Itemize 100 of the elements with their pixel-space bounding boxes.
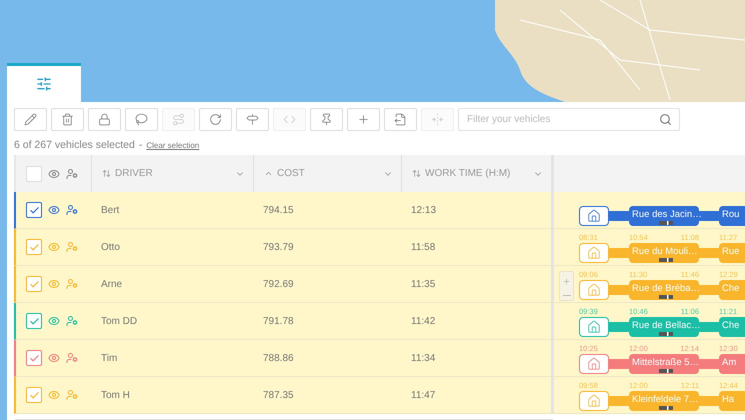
zoom-in-icon[interactable] (562, 276, 571, 286)
user-settings-icon[interactable] (66, 204, 78, 216)
stop-block[interactable]: Am (719, 354, 745, 374)
sort-icon (412, 169, 421, 178)
stop-block[interactable]: Rue (719, 243, 745, 263)
checkmark-icon (28, 390, 40, 400)
row-checkbox[interactable] (26, 202, 42, 218)
refresh-icon (209, 113, 222, 126)
depot-marker[interactable] (579, 391, 609, 411)
column-header[interactable]: WORK TIME (H:M) (425, 168, 510, 179)
lock-icon (98, 113, 111, 126)
cost-value: 788.86 (263, 352, 294, 364)
stop-block[interactable]: Ha (719, 391, 745, 411)
lasso-button[interactable] (125, 108, 158, 131)
collapse-icon (431, 113, 444, 126)
checkmark-icon (28, 352, 40, 364)
row-checkbox[interactable] (26, 276, 42, 292)
row-checkbox[interactable] (26, 387, 42, 403)
code-icon (283, 113, 296, 126)
driver-name: Tom H (101, 390, 130, 400)
sort-icon (102, 169, 111, 178)
route-connector (609, 285, 629, 295)
depot-marker[interactable] (579, 243, 609, 263)
progress-marker-icon (659, 332, 673, 336)
driver-name: Bert (101, 204, 120, 216)
lock-button[interactable] (88, 108, 121, 131)
filters-tab[interactable] (7, 63, 81, 102)
work-time-value: 11:42 (411, 316, 436, 326)
column-header[interactable]: COST (277, 168, 305, 179)
depot-marker[interactable] (579, 206, 609, 226)
cost-value: 787.35 (263, 390, 294, 400)
signpost-button[interactable] (236, 108, 269, 131)
clear-selection-link[interactable]: Clear selection (146, 141, 200, 150)
user-settings-icon[interactable] (66, 315, 78, 327)
lasso-icon (135, 113, 148, 126)
progress-marker-icon (659, 258, 673, 262)
sort-up-icon (264, 169, 273, 178)
work-time-value: 11:47 (411, 390, 436, 400)
route-connector (609, 396, 629, 406)
pin-button[interactable] (310, 108, 343, 131)
row-checkbox[interactable] (26, 350, 42, 366)
cost-value: 793.79 (263, 242, 294, 252)
depot-marker[interactable] (579, 354, 609, 374)
driver-name: Arne (101, 278, 122, 290)
route-connector (609, 211, 629, 221)
work-time-value: 11:58 (411, 242, 436, 252)
house-icon (587, 394, 601, 408)
route-connector (609, 248, 629, 258)
stop-block[interactable]: Kleinfeldele 7… (629, 391, 699, 411)
search-icon[interactable] (659, 113, 672, 126)
select-all-checkbox[interactable] (26, 166, 42, 182)
file-export-button[interactable] (384, 108, 417, 131)
depot-marker[interactable] (579, 317, 609, 337)
eye-icon[interactable] (48, 204, 60, 216)
pin-icon (320, 113, 333, 126)
stop-block[interactable]: Che (719, 280, 745, 300)
cost-value: 791.78 (263, 316, 294, 326)
stop-block[interactable]: Rue des Jacin… (629, 206, 699, 226)
plus-icon (357, 113, 370, 126)
house-icon (587, 246, 601, 260)
refresh-button[interactable] (199, 108, 232, 131)
stop-block[interactable]: Rue de Bellac… (629, 317, 699, 337)
row-checkbox[interactable] (26, 313, 42, 329)
house-icon (587, 320, 601, 334)
depot-marker[interactable] (579, 280, 609, 300)
checkmark-icon (28, 278, 40, 290)
eye-icon[interactable] (48, 352, 60, 364)
file-export-icon (394, 113, 407, 126)
checkmark-icon (28, 204, 40, 216)
pencil-button[interactable] (14, 108, 47, 131)
driver-name: Tim (101, 352, 118, 364)
stop-block[interactable]: Rue de Bréba… (629, 280, 699, 300)
sliders-icon (36, 76, 52, 92)
cost-value: 794.15 (263, 204, 294, 216)
stop-block[interactable]: Rou (719, 206, 745, 226)
route-icon (172, 113, 185, 126)
eye-icon[interactable] (48, 315, 60, 327)
checkmark-icon (28, 316, 40, 326)
checkmark-icon (28, 242, 40, 252)
cost-value: 792.69 (263, 278, 294, 290)
route-connector (609, 359, 629, 369)
stop-block[interactable]: Mittelstraße 5… (629, 354, 699, 374)
column-header[interactable]: DRIVER (115, 168, 153, 179)
selection-summary: 6 of 267 vehicles selected (14, 139, 135, 151)
progress-marker-icon (659, 221, 673, 225)
filter-field[interactable]: Filter your vehicles (458, 108, 680, 131)
work-time-value: 12:13 (411, 204, 436, 216)
user-settings-icon[interactable] (66, 168, 78, 180)
work-time-value: 11:35 (411, 278, 436, 290)
trash-icon (61, 113, 74, 126)
trash-button[interactable] (51, 108, 84, 131)
separator: - (138, 139, 142, 151)
driver-name: Otto (101, 242, 120, 252)
vehicle-row[interactable]: Bert 794.15 12:13 Rue des Jacin… Rou (14, 192, 745, 229)
row-checkbox[interactable] (26, 239, 42, 255)
stop-block[interactable]: Che (719, 317, 745, 337)
stop-block[interactable]: Rue du Mouli… (629, 243, 699, 263)
zoom-control[interactable] (559, 271, 574, 301)
eye-icon[interactable] (48, 168, 60, 180)
user-settings-icon[interactable] (66, 352, 78, 364)
